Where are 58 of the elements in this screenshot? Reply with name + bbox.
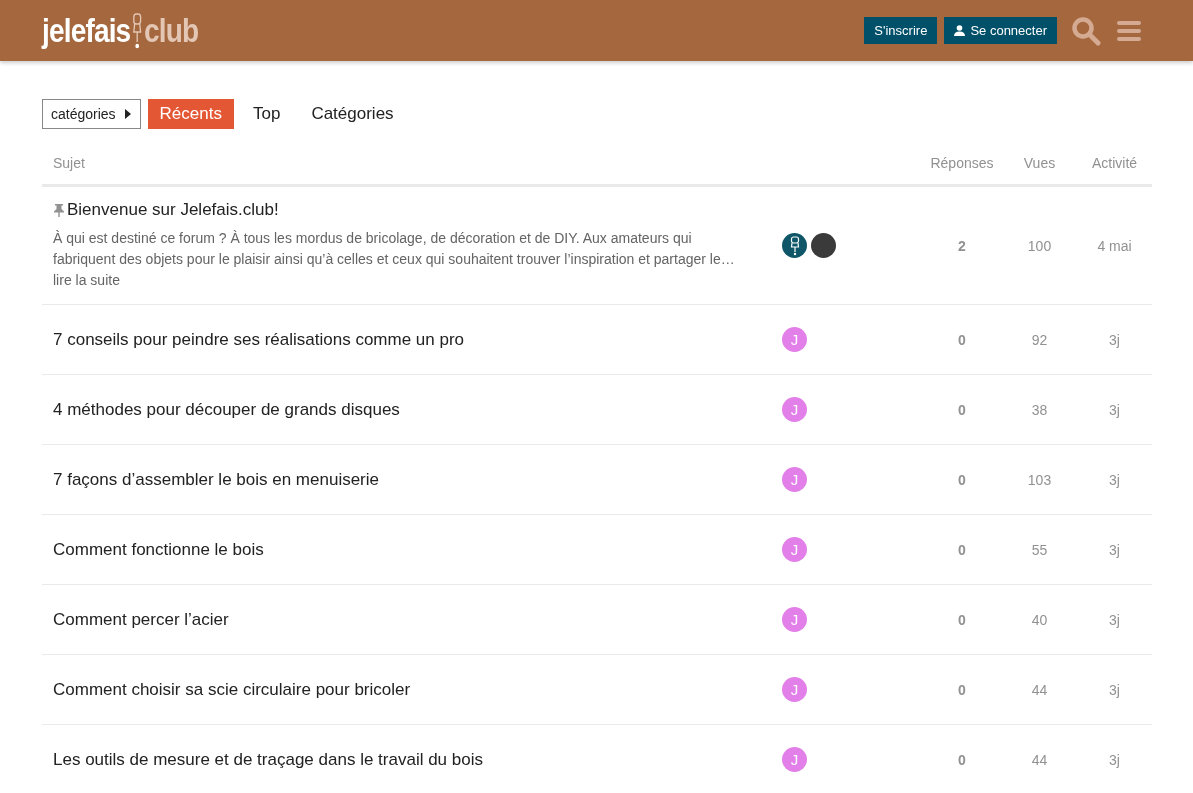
column-header[interactable]: Réponses: [930, 155, 994, 171]
nav-tab[interactable]: Top: [240, 99, 293, 129]
topic-title-link[interactable]: Les outils de mesure et de traçage dans le travail du bois: [53, 749, 483, 770]
letter-avatar[interactable]: J: [782, 537, 807, 562]
category-dropdown[interactable]: catégories: [42, 99, 141, 129]
topic-title-link[interactable]: 7 façons d’assembler le bois en menuiserie: [53, 469, 379, 490]
activity-date[interactable]: 3j: [1109, 331, 1120, 348]
reply-count: 2: [958, 237, 966, 254]
avatar-icon[interactable]: [782, 233, 807, 258]
column-header[interactable]: Vues: [1023, 155, 1056, 171]
letter-avatar[interactable]: J: [782, 607, 807, 632]
nav-tab[interactable]: Catégories: [299, 99, 406, 129]
signup-button[interactable]: S'inscrire: [864, 17, 938, 44]
caret-icon: [124, 109, 131, 119]
view-count: 100: [1027, 237, 1052, 254]
activity-date[interactable]: 4 mai: [1097, 237, 1132, 254]
view-count: 40: [1031, 611, 1048, 628]
activity-date[interactable]: 3j: [1109, 471, 1120, 488]
reply-count: 0: [958, 331, 966, 348]
figure-icon: [131, 11, 144, 50]
column-header[interactable]: Activité: [1091, 155, 1138, 171]
letter-avatar[interactable]: J: [782, 747, 807, 772]
topic-title-link[interactable]: Comment fonctionne le bois: [53, 539, 264, 560]
view-count: 44: [1031, 681, 1048, 698]
view-count: 103: [1027, 471, 1052, 488]
activity-date[interactable]: 3j: [1109, 611, 1120, 628]
letter-avatar[interactable]: J: [782, 397, 807, 422]
logo-text: jelefais: [42, 11, 131, 50]
reply-count: 0: [958, 541, 966, 558]
reply-count: 0: [958, 681, 966, 698]
view-count: 38: [1031, 401, 1048, 418]
topic-excerpt: À qui est destiné ce forum ? À tous les mordus de bricolage, de décoration et de DIY. Aux amateurs qui fabriquent des objets pour le plaisir ainsi qu’à celles et ceux qui souhaitent trouver l’inspiration et partager le… lire la suite: [53, 229, 736, 290]
activity-date[interactable]: 3j: [1109, 681, 1120, 698]
logo-text: club: [143, 11, 199, 50]
user-icon: [954, 25, 966, 36]
letter-avatar[interactable]: J: [782, 467, 807, 492]
topic-title-link[interactable]: Comment choisir sa scie circulaire pour bricoler: [53, 679, 411, 700]
activity-date[interactable]: 3j: [1109, 541, 1120, 558]
login-button[interactable]: Se connecter: [944, 17, 1057, 44]
activity-date[interactable]: 3j: [1109, 751, 1120, 768]
topic-title-link[interactable]: 7 conseils pour peindre ses réalisations comme un pro: [53, 329, 465, 350]
avatar-photo-placeholder[interactable]: [811, 233, 836, 258]
topic-title-link[interactable]: 4 méthodes pour découper de grands disques: [53, 399, 400, 420]
reply-count: 0: [958, 751, 966, 768]
letter-avatar[interactable]: J: [782, 327, 807, 352]
nav-tab[interactable]: Récents: [147, 99, 234, 129]
view-count: 55: [1031, 541, 1048, 558]
view-count: 92: [1031, 331, 1048, 348]
activity-date[interactable]: 3j: [1109, 401, 1120, 418]
reply-count: 0: [958, 611, 966, 628]
letter-avatar[interactable]: J: [782, 677, 807, 702]
topic-title-link[interactable]: Comment percer l’acier: [53, 609, 229, 630]
column-header[interactable]: Sujet: [53, 155, 85, 171]
view-count: 44: [1031, 751, 1048, 768]
topic-title-link[interactable]: Bienvenue sur Jelefais.club!: [67, 200, 279, 220]
read-more-link[interactable]: lire la suite: [53, 272, 120, 288]
reply-count: 0: [958, 401, 966, 418]
reply-count: 0: [958, 471, 966, 488]
